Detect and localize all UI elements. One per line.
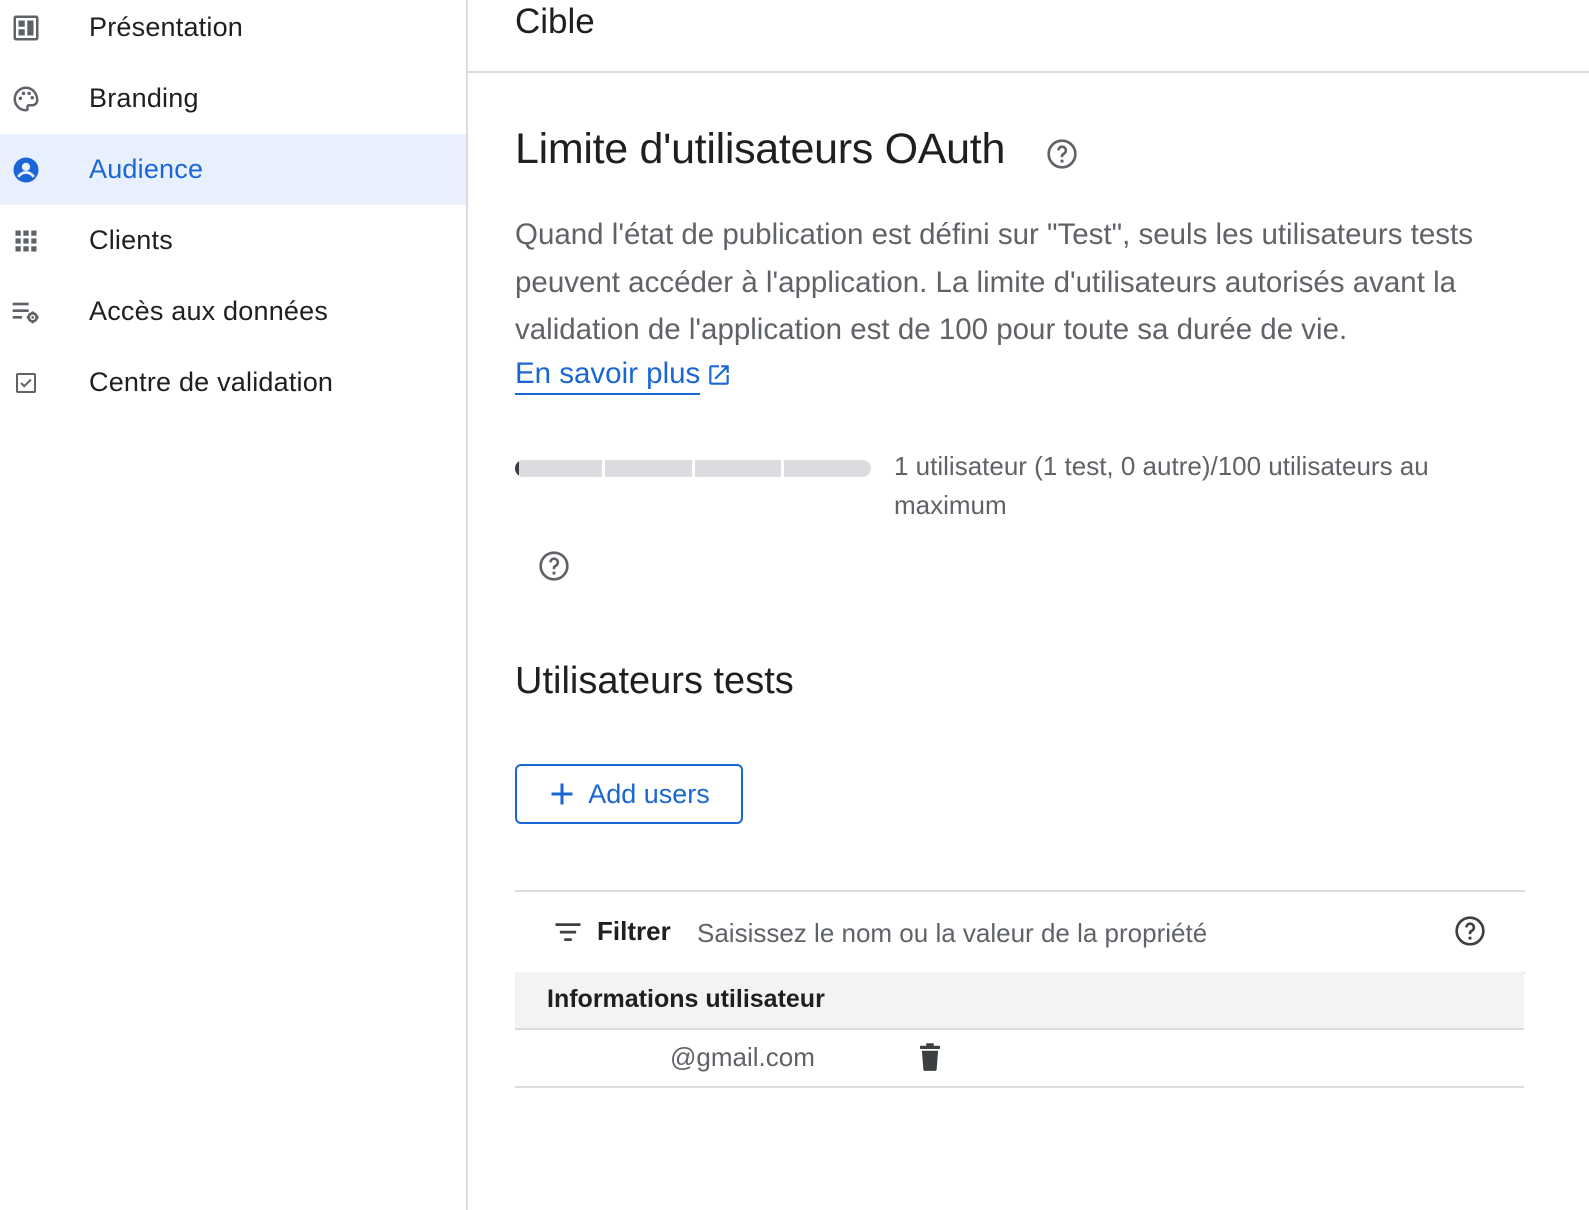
progress-segment — [604, 460, 692, 477]
help-icon[interactable] — [538, 550, 570, 582]
sidebar-item-label: Audience — [89, 154, 204, 184]
progress-segment — [515, 460, 602, 477]
delete-icon[interactable] — [915, 1042, 945, 1072]
sidebar-item-label: Centre de validation — [89, 367, 334, 397]
sidebar-item-clients[interactable]: Clients — [0, 205, 466, 276]
test-users-title: Utilisateurs tests — [515, 660, 794, 702]
help-icon[interactable] — [1046, 138, 1078, 170]
sidebar-item-label: Clients — [89, 225, 173, 255]
data-access-icon — [10, 296, 42, 328]
column-header-user-info: Informations utilisateur — [547, 985, 825, 1013]
learn-more-label: En savoir plus — [515, 355, 701, 395]
checkbox-icon — [10, 367, 42, 399]
dashboard-icon — [10, 12, 42, 44]
table-header: Informations utilisateur — [515, 972, 1524, 1030]
sidebar-item-audience[interactable]: Audience — [0, 134, 466, 205]
sidebar-item-label: Branding — [89, 83, 199, 113]
oauth-limit-description: Quand l'état de publication est défini s… — [515, 218, 1473, 346]
progress-segment — [694, 460, 782, 477]
sidebar-item-branding[interactable]: Branding — [0, 63, 466, 134]
sidebar-item-data-access[interactable]: Accès aux données — [0, 276, 466, 347]
apps-grid-icon — [10, 225, 42, 257]
add-users-label: Add users — [588, 778, 710, 809]
add-users-button[interactable]: Add users — [515, 764, 743, 824]
user-quota-text: 1 utilisateur (1 test, 0 autre)/100 util… — [894, 451, 1429, 520]
plus-icon — [548, 780, 576, 808]
user-quota-progress-bar — [515, 460, 871, 477]
filter-input[interactable] — [695, 910, 1419, 956]
filter-icon — [553, 918, 583, 951]
sidebar: Présentation Branding Audience Clients A… — [0, 0, 468, 1210]
user-email: @gmail.com — [670, 1042, 815, 1072]
sidebar-item-label: Présentation — [89, 12, 243, 42]
filter-label: Filtrer — [597, 916, 671, 946]
person-icon — [10, 154, 42, 186]
sidebar-item-validation-center[interactable]: Centre de validation — [0, 347, 466, 418]
learn-more-link[interactable]: En savoir plus — [515, 355, 732, 395]
help-icon[interactable] — [1454, 915, 1486, 947]
external-link-icon — [706, 362, 732, 388]
table-row: @gmail.com — [515, 1030, 1524, 1088]
progress-segment — [784, 460, 871, 477]
main-content: Cible Limite d'utilisateurs OAuth Quand … — [468, 0, 1589, 1210]
title-divider — [468, 71, 1589, 73]
filter-bar: Filtrer — [515, 890, 1525, 974]
oauth-limit-title: Limite d'utilisateurs OAuth — [515, 125, 1006, 173]
progress-fill — [515, 460, 519, 477]
page-title: Cible — [515, 2, 595, 41]
sidebar-item-label: Accès aux données — [89, 296, 329, 326]
palette-icon — [10, 83, 42, 115]
sidebar-item-presentation[interactable]: Présentation — [0, 0, 466, 63]
